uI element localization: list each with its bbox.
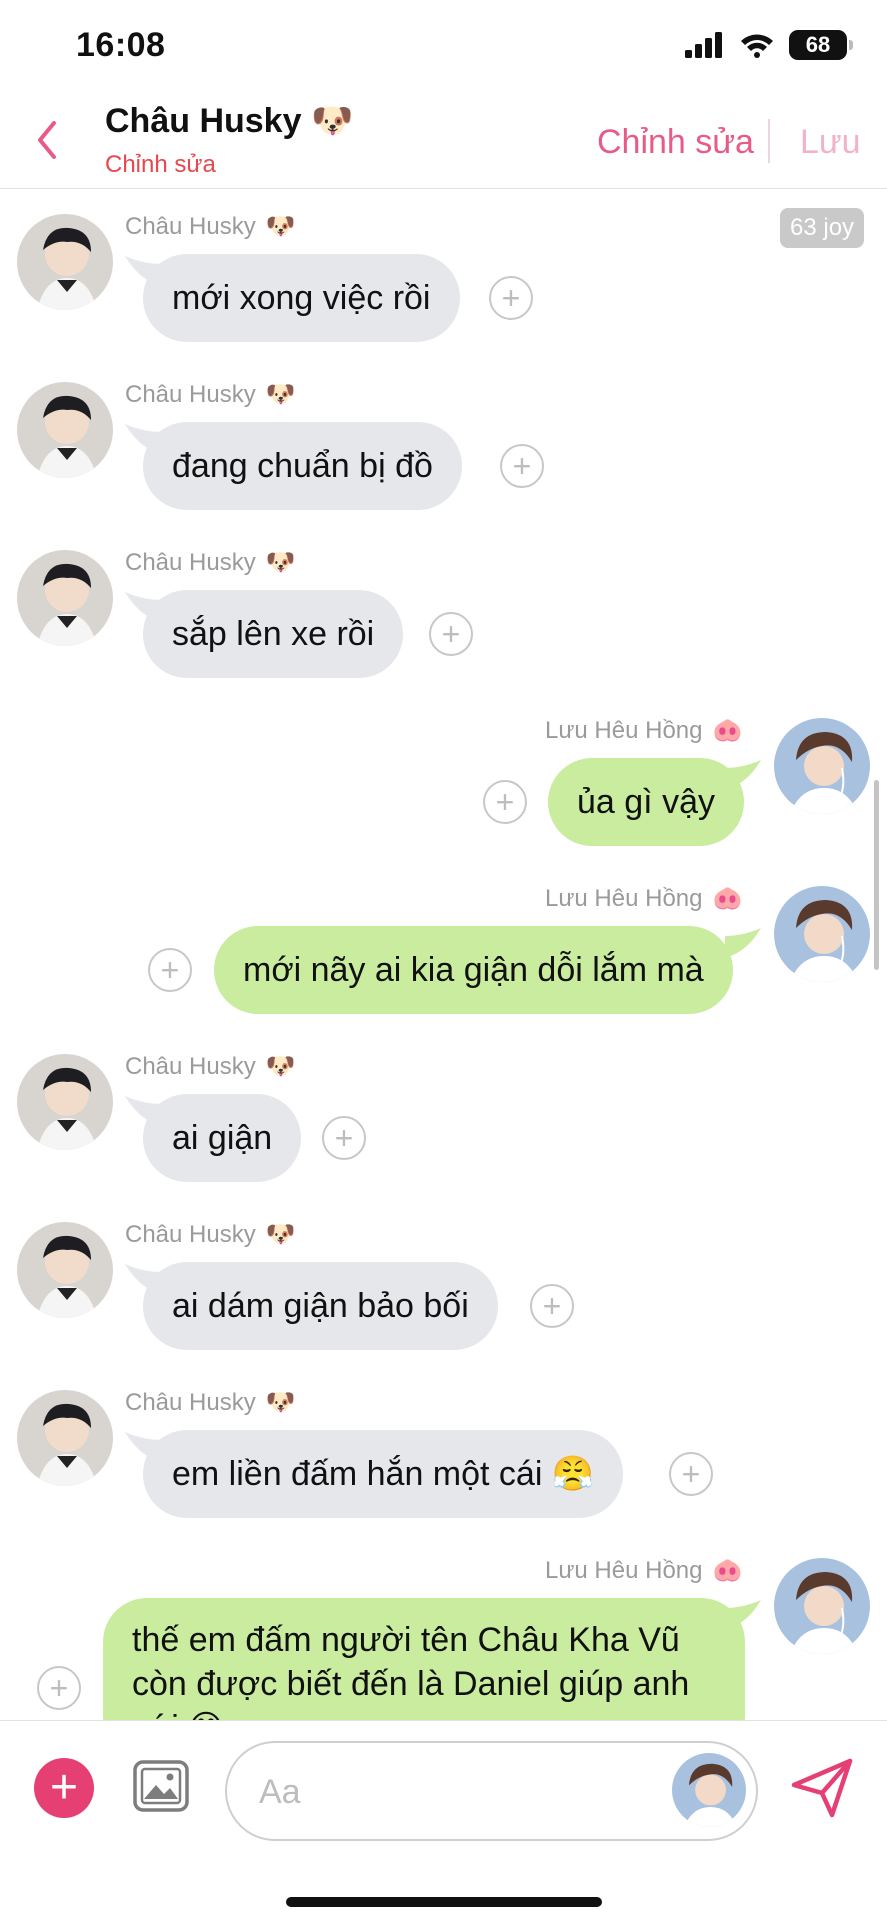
scrollbar[interactable] [874, 780, 879, 970]
sender-name: Lưu Hêu Hồng 🐽 [545, 716, 743, 745]
sender-name: Châu Husky 🐶 [125, 1388, 296, 1417]
chat-title: Châu Husky 🐶 [105, 101, 353, 141]
message-bubble[interactable]: ai dám giận bảo bối [143, 1262, 498, 1350]
send-icon[interactable] [790, 1757, 854, 1819]
image-icon[interactable] [132, 1757, 190, 1815]
message-input-wrapper [225, 1741, 758, 1841]
chat-title-text: Châu Husky [105, 102, 302, 140]
add-reaction-button[interactable]: + [483, 780, 527, 824]
pig-nose-emoji-icon: 🐽 [712, 1557, 743, 1584]
avatar[interactable] [774, 886, 870, 982]
sender-name: Châu Husky 🐶 [125, 380, 296, 409]
message-bubble[interactable]: thế em đấm người tên Châu Kha Vũ còn đượ… [103, 1598, 745, 1720]
message-bubble[interactable]: ủa gì vậy [548, 758, 744, 846]
add-reaction-button[interactable]: + [148, 948, 192, 992]
status-bar: 16:08 68 [0, 0, 887, 95]
add-button[interactable]: + [34, 1758, 94, 1818]
dog-emoji-icon: 🐶 [265, 381, 296, 408]
dog-emoji-icon: 🐶 [310, 102, 354, 140]
joy-badge: 63 joy [780, 208, 865, 248]
avatar[interactable] [774, 1558, 870, 1654]
pig-nose-emoji-icon: 🐽 [712, 717, 743, 744]
save-button[interactable]: Lưu [800, 123, 861, 162]
add-reaction-button[interactable]: + [500, 444, 544, 488]
sender-name: Châu Husky 🐶 [125, 548, 296, 577]
wifi-icon [741, 34, 773, 58]
dog-emoji-icon: 🐶 [265, 549, 296, 576]
dog-emoji-icon: 🐶 [265, 213, 296, 240]
header-divider [768, 119, 770, 163]
signal-icon [685, 32, 722, 58]
add-reaction-button[interactable]: + [37, 1666, 81, 1710]
status-icons: 68 [685, 30, 853, 60]
dog-emoji-icon: 🐶 [265, 1389, 296, 1416]
message-input[interactable] [257, 1767, 641, 1817]
back-chevron-icon[interactable] [28, 115, 68, 165]
edit-button[interactable]: Chỉnh sửa [597, 123, 754, 162]
battery-icon: 68 [789, 30, 853, 60]
bubble-tail [725, 928, 761, 958]
add-reaction-button[interactable]: + [429, 612, 473, 656]
add-reaction-button[interactable]: + [489, 276, 533, 320]
add-reaction-button[interactable]: + [530, 1284, 574, 1328]
message-bubble[interactable]: đang chuẩn bị đồ [143, 422, 462, 510]
chat-area[interactable]: 63 joy Châu Husky 🐶 mới xong việc rồi + C… [0, 190, 887, 1720]
home-indicator [286, 1897, 602, 1907]
avatar[interactable] [17, 214, 113, 310]
sender-name: Châu Husky 🐶 [125, 212, 296, 241]
message-bubble[interactable]: mới xong việc rồi [143, 254, 460, 342]
sender-name: Lưu Hêu Hồng 🐽 [545, 1556, 743, 1585]
message-bubble[interactable]: em liền đấm hắn một cái 😤 [143, 1430, 624, 1518]
avatar[interactable] [774, 718, 870, 814]
avatar[interactable] [17, 1054, 113, 1150]
chat-header: Châu Husky 🐶 Chỉnh sửa Chỉnh sửa Lưu [0, 95, 887, 189]
dog-emoji-icon: 🐶 [265, 1053, 296, 1080]
avatar[interactable] [17, 1222, 113, 1318]
avatar[interactable] [17, 1390, 113, 1486]
chat-subtitle[interactable]: Chỉnh sửa [105, 151, 216, 179]
message-bubble[interactable]: ai giận [143, 1094, 302, 1182]
dog-emoji-icon: 🐶 [265, 1221, 296, 1248]
pig-nose-emoji-icon: 🐽 [712, 885, 743, 912]
avatar[interactable] [17, 550, 113, 646]
message-bubble[interactable]: mới nãy ai kia giận dỗi lắm mà [214, 926, 733, 1014]
sender-name: Châu Husky 🐶 [125, 1052, 296, 1081]
status-time: 16:08 [76, 26, 166, 64]
add-reaction-button[interactable]: + [322, 1116, 366, 1160]
sender-name: Châu Husky 🐶 [125, 1220, 296, 1249]
sender-name: Lưu Hêu Hồng 🐽 [545, 884, 743, 913]
add-reaction-button[interactable]: + [669, 1452, 713, 1496]
composer-bar: + [0, 1720, 887, 1921]
avatar[interactable] [17, 382, 113, 478]
composer-avatar[interactable] [672, 1753, 746, 1827]
message-bubble[interactable]: sắp lên xe rồi [143, 590, 404, 678]
